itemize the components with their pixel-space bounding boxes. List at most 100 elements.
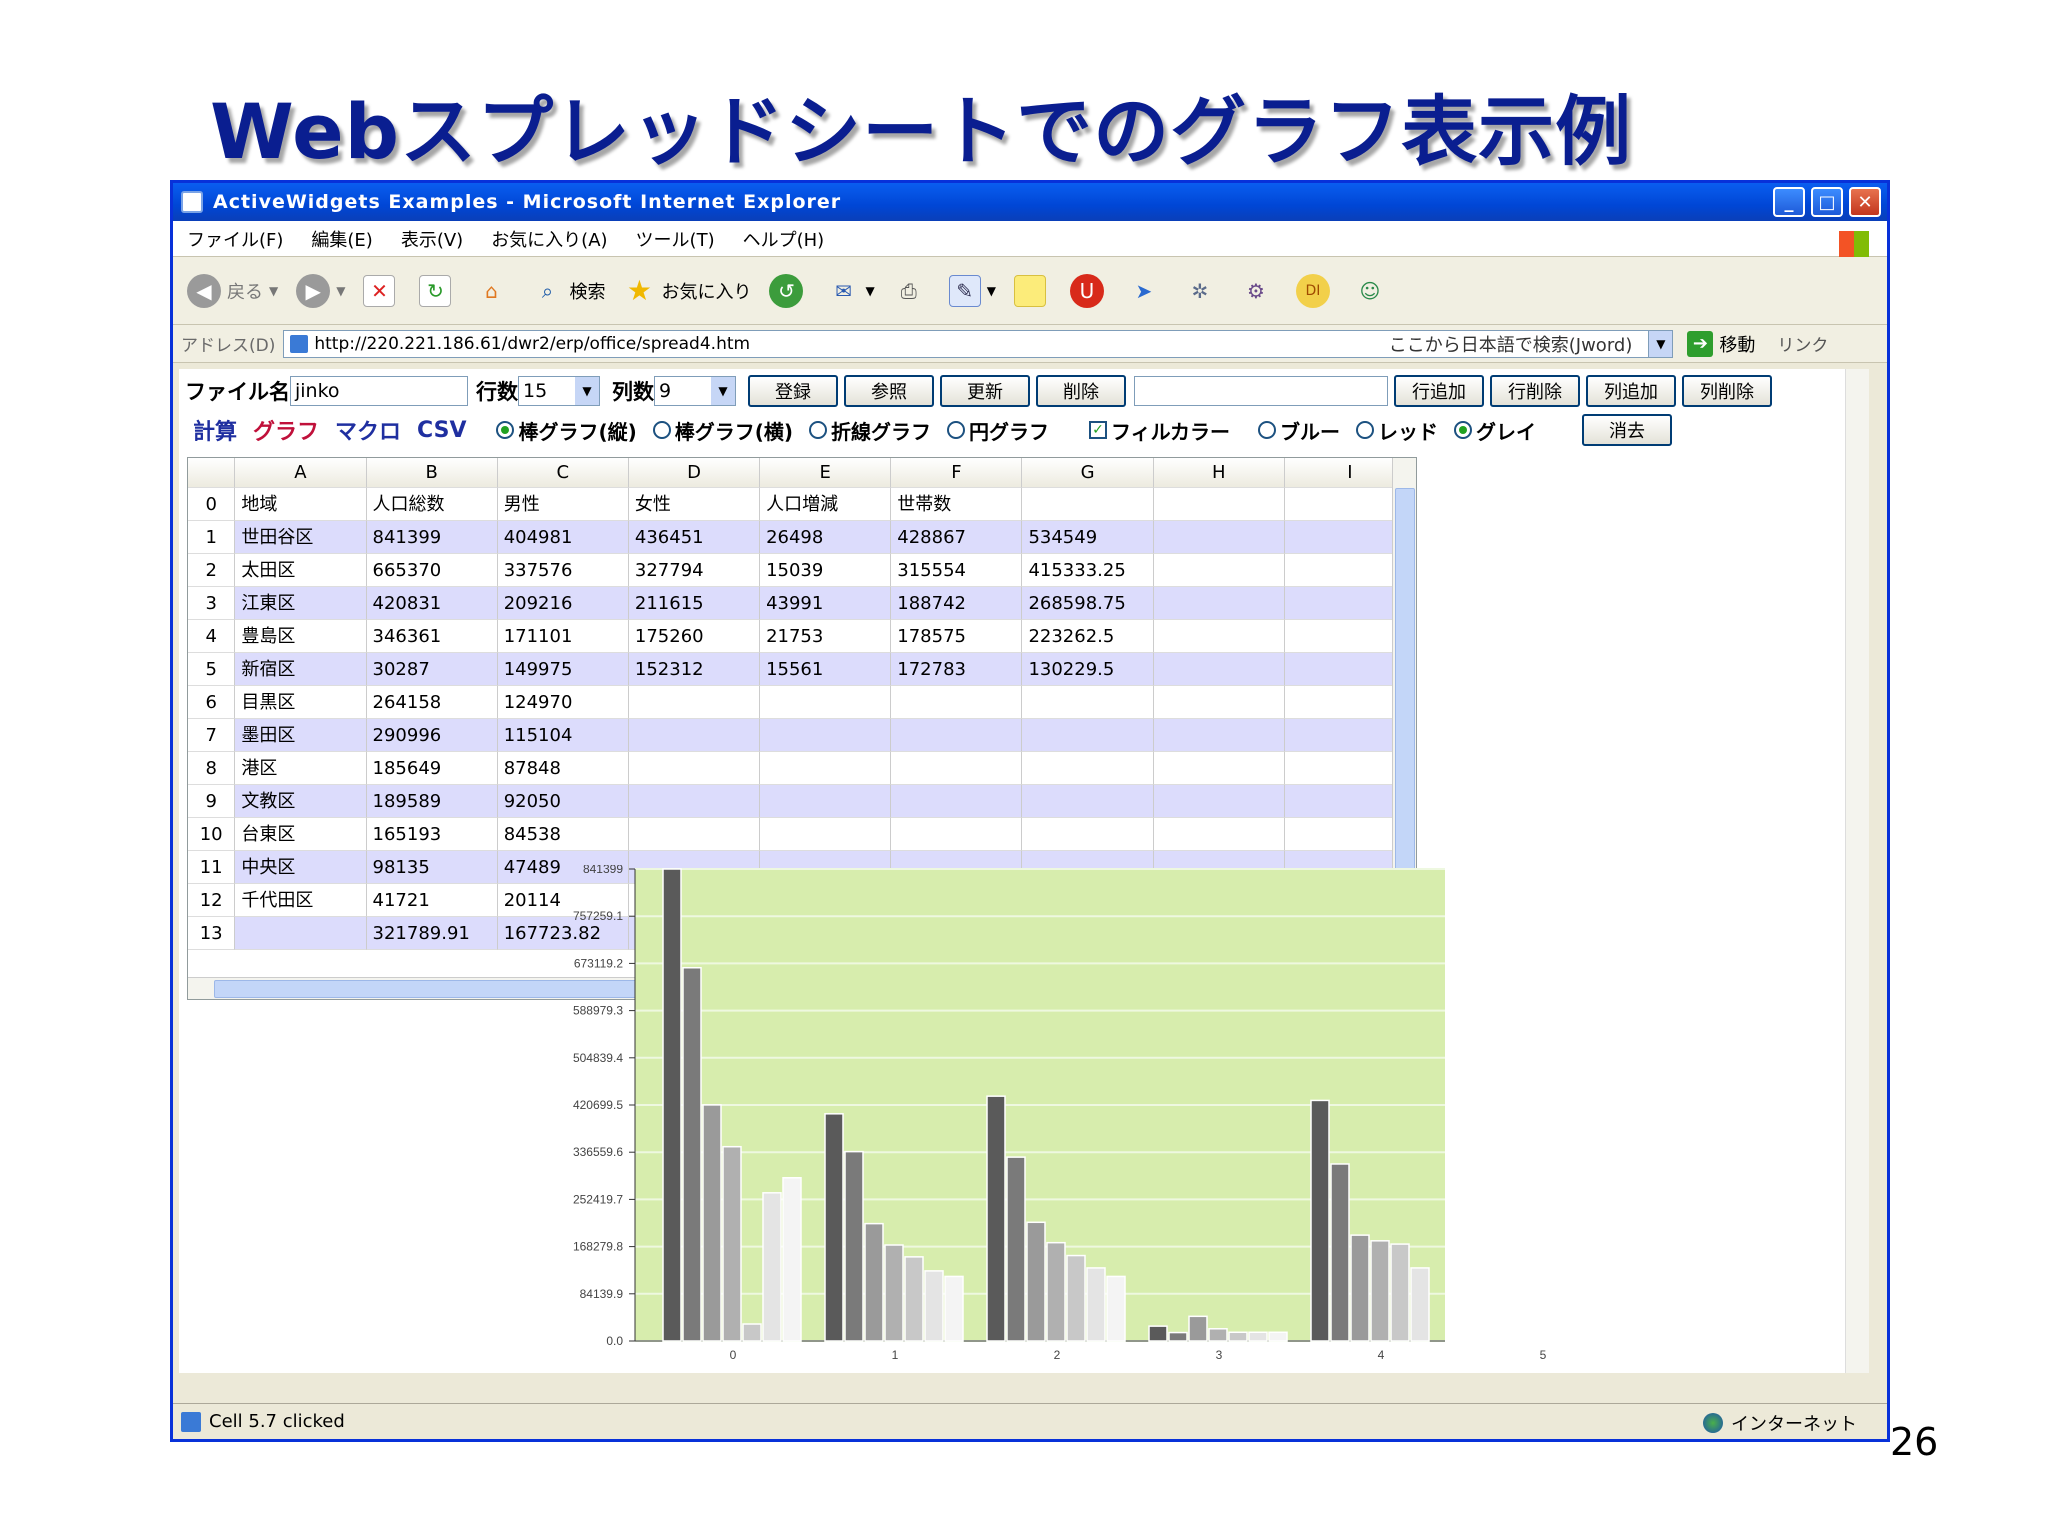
grid-cell[interactable]: 149975 [497, 653, 629, 686]
grid-cell[interactable]: 404981 [497, 521, 629, 554]
back-button[interactable]: ◀ 戻る ▼ [187, 273, 278, 308]
column-header[interactable]: D [628, 458, 761, 488]
grid-cell[interactable] [1153, 785, 1285, 818]
row-header[interactable]: 8 [188, 752, 236, 785]
grid-cell[interactable] [628, 752, 761, 785]
grid-cell[interactable]: 841399 [366, 521, 498, 554]
grid-cell[interactable]: 人口増減 [760, 488, 892, 521]
register-button[interactable]: 登録 [748, 375, 838, 407]
grid-cell[interactable]: 130229.5 [1022, 653, 1154, 686]
row-header[interactable]: 2 [188, 554, 236, 587]
print-icon[interactable]: ⎙ [893, 275, 925, 307]
tools-icon[interactable]: ⚙ [1240, 275, 1272, 307]
update-button[interactable]: 更新 [940, 375, 1030, 407]
grid-cell[interactable]: 87848 [497, 752, 629, 785]
delete-column-button[interactable]: 列削除 [1682, 375, 1772, 407]
column-header[interactable]: G [1022, 458, 1154, 488]
grid-cell[interactable] [1153, 554, 1285, 587]
close-button[interactable]: ✕ [1849, 187, 1881, 217]
grid-cell[interactable]: 115104 [497, 719, 629, 752]
row-header[interactable]: 6 [188, 686, 236, 719]
menu-tools[interactable]: ツール(T) [636, 226, 715, 252]
grid-cell[interactable]: 188742 [891, 587, 1023, 620]
grid-cell[interactable]: 41721 [366, 884, 498, 917]
column-header[interactable]: C [497, 458, 629, 488]
grid-cell[interactable] [1153, 752, 1285, 785]
grid-cell[interactable] [760, 752, 892, 785]
messenger-icon[interactable]: ☺ [1354, 275, 1386, 307]
minimize-button[interactable]: _ [1773, 187, 1805, 217]
grid-cell[interactable]: 千代田区 [235, 884, 367, 917]
grid-cell[interactable]: 268598.75 [1022, 587, 1154, 620]
clear-button[interactable]: 消去 [1582, 414, 1673, 446]
home-icon[interactable]: ⌂ [475, 275, 507, 307]
radio-blue[interactable]: ブルー [1258, 416, 1340, 445]
grid-cell[interactable] [1153, 488, 1285, 521]
back-dropdown-icon[interactable]: ▼ [269, 284, 278, 298]
search-button[interactable]: ⌕ 検索 [531, 275, 606, 307]
window-titlebar[interactable]: ActiveWidgets Examples - Microsoft Inter… [173, 183, 1887, 221]
maximize-button[interactable]: □ [1811, 187, 1843, 217]
grid-cell[interactable] [628, 818, 761, 851]
menu-favorites[interactable]: お気に入り(A) [491, 226, 607, 252]
grid-cell[interactable] [1022, 488, 1154, 521]
links-label[interactable]: リンク [1777, 331, 1828, 356]
radio-bar-horizontal[interactable]: 棒グラフ(横) [652, 416, 793, 445]
grid-cell[interactable]: 港区 [235, 752, 367, 785]
checkbox-fill-color[interactable]: ✓ フィルカラー [1089, 416, 1230, 445]
grid-cell[interactable]: 92050 [497, 785, 629, 818]
grid-cell[interactable]: 415333.25 [1022, 554, 1154, 587]
search-hint[interactable]: ここから日本語で検索(Jword) [1389, 331, 1633, 357]
grid-cell[interactable] [760, 686, 892, 719]
grid-cell[interactable]: 172783 [891, 653, 1023, 686]
grid-cell[interactable] [628, 719, 761, 752]
grid-cell[interactable]: 26498 [760, 521, 892, 554]
go-button[interactable]: ➔ 移動 [1687, 330, 1755, 357]
grid-cell[interactable]: 534549 [1022, 521, 1154, 554]
column-header[interactable]: B [366, 458, 498, 488]
column-header[interactable]: H [1153, 458, 1285, 488]
cursor-icon[interactable]: ➤ [1128, 275, 1160, 307]
address-input[interactable]: http://220.221.186.61/dwr2/erp/office/sp… [283, 329, 1674, 358]
grid-cell[interactable]: 290996 [366, 719, 498, 752]
menu-file[interactable]: ファイル(F) [187, 226, 283, 252]
grid-cell[interactable]: 337576 [497, 554, 629, 587]
row-header[interactable]: 4 [188, 620, 236, 653]
favorites-button[interactable]: ★ お気に入り [623, 274, 752, 307]
grid-cell[interactable]: 中央区 [235, 851, 367, 884]
row-header[interactable]: 13 [188, 917, 236, 950]
row-header[interactable]: 1 [188, 521, 236, 554]
refresh-icon[interactable]: ↻ [419, 274, 452, 307]
add-column-button[interactable]: 列追加 [1586, 375, 1676, 407]
grid-cell[interactable] [1153, 719, 1285, 752]
command-input[interactable] [1134, 376, 1388, 406]
grid-cell[interactable] [891, 686, 1023, 719]
grid-cell[interactable]: 178575 [891, 620, 1023, 653]
grid-cell[interactable]: 185649 [366, 752, 498, 785]
row-header[interactable]: 9 [188, 785, 236, 818]
address-dropdown-icon[interactable]: ▼ [1648, 330, 1673, 357]
mode-calc[interactable]: 計算 [193, 414, 237, 446]
grid-cell[interactable]: 124970 [497, 686, 629, 719]
grid-cell[interactable]: 84538 [497, 818, 629, 851]
column-header[interactable]: A [235, 458, 367, 488]
grid-cell[interactable]: 43991 [760, 587, 892, 620]
refer-button[interactable]: 参照 [844, 375, 934, 407]
grid-cell[interactable]: 新宿区 [235, 653, 367, 686]
grid-cell[interactable]: 文教区 [235, 785, 367, 818]
radio-gray[interactable]: グレイ [1454, 416, 1536, 445]
grid-cell[interactable]: 264158 [366, 686, 498, 719]
cols-select[interactable]: 9 ▼ [654, 376, 736, 406]
radio-red[interactable]: レッド [1356, 416, 1438, 445]
row-header[interactable]: 0 [188, 488, 236, 521]
grid-cell[interactable]: 台東区 [235, 818, 367, 851]
grid-cell[interactable] [235, 917, 367, 950]
menu-view[interactable]: 表示(V) [401, 226, 463, 252]
grid-cell[interactable]: 315554 [891, 554, 1023, 587]
grid-cell[interactable]: 江東区 [235, 587, 367, 620]
radio-pie[interactable]: 円グラフ [947, 416, 1049, 445]
note-icon[interactable] [1013, 274, 1046, 307]
grid-cell[interactable] [760, 719, 892, 752]
menu-edit[interactable]: 編集(E) [311, 226, 372, 252]
grid-cell[interactable] [1153, 818, 1285, 851]
